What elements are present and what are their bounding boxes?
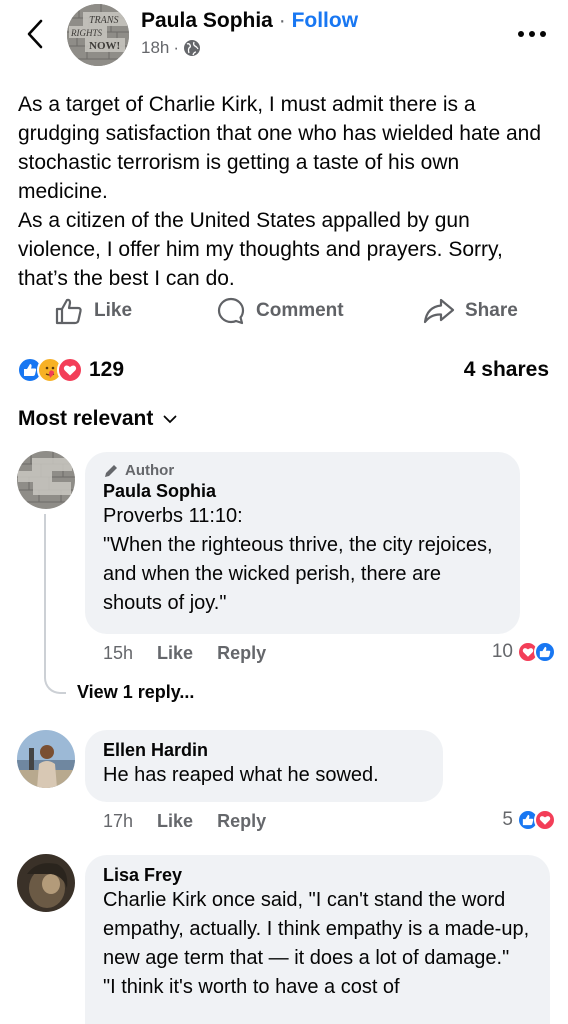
love-reaction-icon (57, 357, 83, 383)
post-text: As a target of Charlie Kirk, I must admi… (18, 93, 542, 290)
comment-avatar-ellen[interactable] (17, 730, 75, 788)
comment-text: He has reaped what he sowed. (103, 764, 379, 786)
comment-avatar-paula[interactable] (17, 451, 75, 509)
comment-meta: 17h Like Reply (103, 811, 266, 832)
comment-sort-dropdown[interactable]: Most relevant (18, 407, 177, 431)
like-button[interactable]: Like (54, 296, 132, 326)
back-button[interactable] (18, 14, 52, 54)
comment-reaction-count: 5 (502, 809, 513, 830)
comment-like-button[interactable]: Like (157, 811, 193, 832)
share-button[interactable]: Share (423, 296, 518, 326)
author-avatar[interactable]: TRANS RIGHTS NOW! (67, 4, 129, 66)
comment-author-name[interactable]: Paula Sophia (103, 481, 502, 502)
comment-bubble-author[interactable]: Author Paula Sophia Proverbs 11:10: "Whe… (85, 452, 520, 634)
sort-label: Most relevant (18, 407, 154, 430)
globe-icon (184, 40, 201, 56)
like-label: Like (94, 300, 133, 321)
comment-timestamp[interactable]: 15h (103, 643, 133, 664)
reaction-count: 129 (89, 358, 125, 381)
post-meta: 18h · (141, 38, 201, 58)
avatar-text-rights: RIGHTS (70, 28, 102, 38)
author-badge: Author (103, 462, 502, 479)
comment-reply-button[interactable]: Reply (217, 643, 266, 664)
comment-timestamp[interactable]: 17h (103, 811, 133, 832)
comment-label: Comment (256, 300, 344, 321)
comment-reactions[interactable]: 10 (492, 641, 556, 663)
comment-button[interactable]: Comment (216, 296, 344, 326)
share-count[interactable]: 4 shares (464, 358, 549, 382)
comment-reply-button[interactable]: Reply (217, 811, 266, 832)
more-options-button[interactable] (514, 20, 550, 48)
comment-text: Proverbs 11:10: "When the righteous thri… (103, 505, 493, 614)
comment-avatar-lisa[interactable] (17, 854, 75, 912)
comment-text: Charlie Kirk once said, "I can't stand t… (103, 889, 530, 998)
pencil-icon (105, 464, 117, 477)
follow-button[interactable]: Follow (292, 9, 359, 32)
comment-like-button[interactable]: Like (157, 643, 193, 664)
comment-bubble-ellen[interactable]: Ellen Hardin He has reaped what he sowed… (85, 730, 443, 802)
comment-icon (217, 297, 245, 325)
thumbs-up-icon (55, 298, 82, 325)
love-reaction-icon (534, 809, 556, 831)
view-replies-link[interactable]: View 1 reply... (77, 682, 194, 703)
chevron-down-icon (163, 415, 177, 423)
post-author-name[interactable]: Paula Sophia (141, 9, 273, 32)
chevron-left-icon (27, 19, 43, 49)
avatar-text-now: NOW! (89, 40, 120, 52)
post-timestamp[interactable]: 18h (141, 38, 169, 58)
comment-reactions[interactable]: 5 (502, 809, 556, 831)
more-dots-icon (518, 31, 546, 37)
header-separator: · (278, 9, 286, 32)
author-badge-label: Author (125, 462, 175, 479)
post-author-line: Paula Sophia · Follow (141, 9, 358, 33)
share-label: Share (465, 300, 518, 321)
comment-author-name[interactable]: Lisa Frey (103, 865, 532, 886)
comment-meta: 15h Like Reply (103, 643, 266, 664)
meta-separator: · (173, 38, 180, 57)
like-reaction-icon (534, 641, 556, 663)
reply-thread-line (44, 514, 66, 694)
reaction-summary[interactable]: 129 (17, 357, 124, 383)
comment-bubble-lisa[interactable]: Lisa Frey Charlie Kirk once said, "I can… (85, 855, 550, 1024)
comment-reaction-count: 10 (491, 641, 513, 662)
comment-author-name[interactable]: Ellen Hardin (103, 740, 425, 761)
share-icon (423, 298, 455, 324)
avatar-text-trans: TRANS (89, 15, 118, 26)
